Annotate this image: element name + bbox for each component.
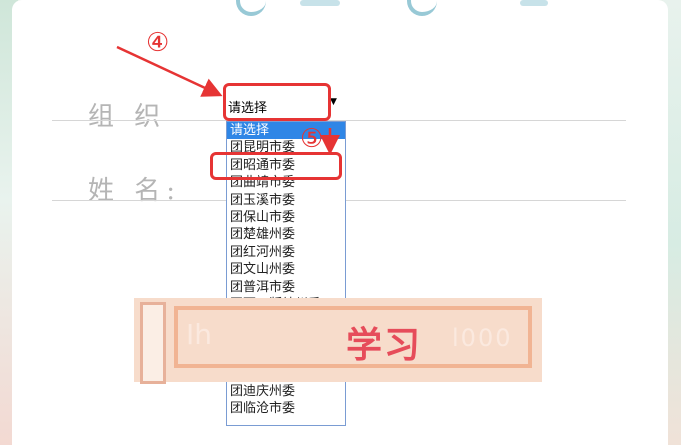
step4-arrow [116,45,223,97]
annotation-arrows [116,45,340,155]
